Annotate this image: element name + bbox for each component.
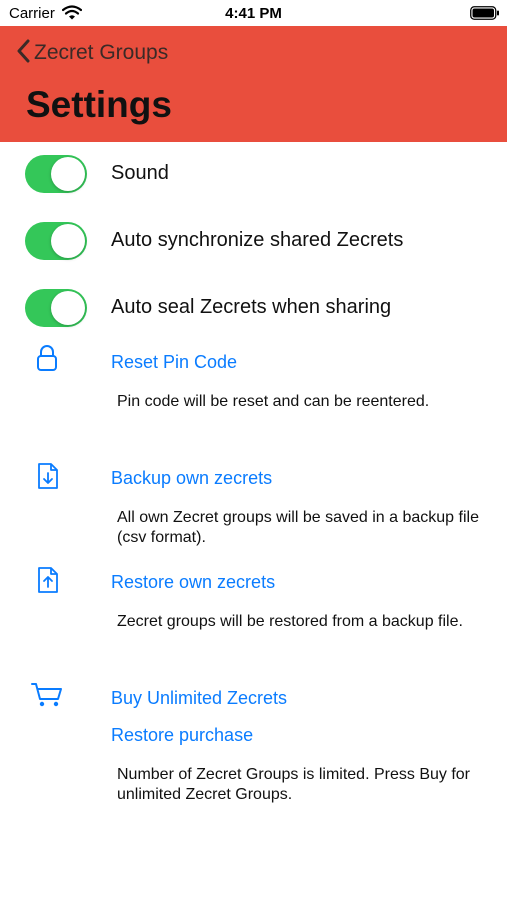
auto-sync-label: Auto synchronize shared Zecrets (111, 229, 404, 251)
status-bar: Carrier 4:41 PM (0, 0, 507, 26)
chevron-left-icon (16, 39, 30, 68)
back-button[interactable]: Zecret Groups (16, 38, 168, 68)
document-upload-icon (36, 565, 60, 600)
restore-button[interactable]: Restore own zecrets (111, 572, 275, 593)
toggle-knob (51, 224, 85, 258)
auto-seal-label: Auto seal Zecrets when sharing (111, 296, 392, 318)
sound-row: Sound (25, 155, 495, 193)
reset-pin-button[interactable]: Reset Pin Code (111, 352, 237, 373)
cart-icon (30, 681, 64, 714)
sound-label: Sound (111, 162, 169, 184)
back-button-label: Zecret Groups (34, 41, 169, 64)
navigation-bar: Zecret Groups Settings (0, 26, 507, 142)
reset-pin-description: Pin code will be reset and can be reente… (117, 393, 430, 410)
restore-description: Zecret groups will be restored from a ba… (117, 613, 463, 630)
toggle-knob (51, 291, 85, 325)
backup-button[interactable]: Backup own zecrets (111, 468, 272, 489)
auto-seal-toggle[interactable] (25, 289, 87, 327)
sound-toggle[interactable] (25, 155, 87, 193)
battery-icon (470, 6, 500, 25)
document-download-icon (36, 461, 60, 496)
restore-purchase-button[interactable]: Restore purchase (111, 725, 253, 746)
buy-unlimited-button[interactable]: Buy Unlimited Zecrets (111, 688, 287, 709)
buy-description: Number of Zecret Groups is limited. Pres… (117, 766, 470, 803)
auto-sync-row: Auto synchronize shared Zecrets (25, 222, 495, 260)
lock-icon (36, 344, 58, 377)
auto-seal-row: Auto seal Zecrets when sharing (25, 289, 495, 327)
backup-description: All own Zecret groups will be saved in a… (117, 509, 479, 546)
toggle-knob (51, 157, 85, 191)
auto-sync-toggle[interactable] (25, 222, 87, 260)
page-title: Settings (26, 84, 172, 125)
status-time: 4:41 PM (225, 5, 282, 22)
